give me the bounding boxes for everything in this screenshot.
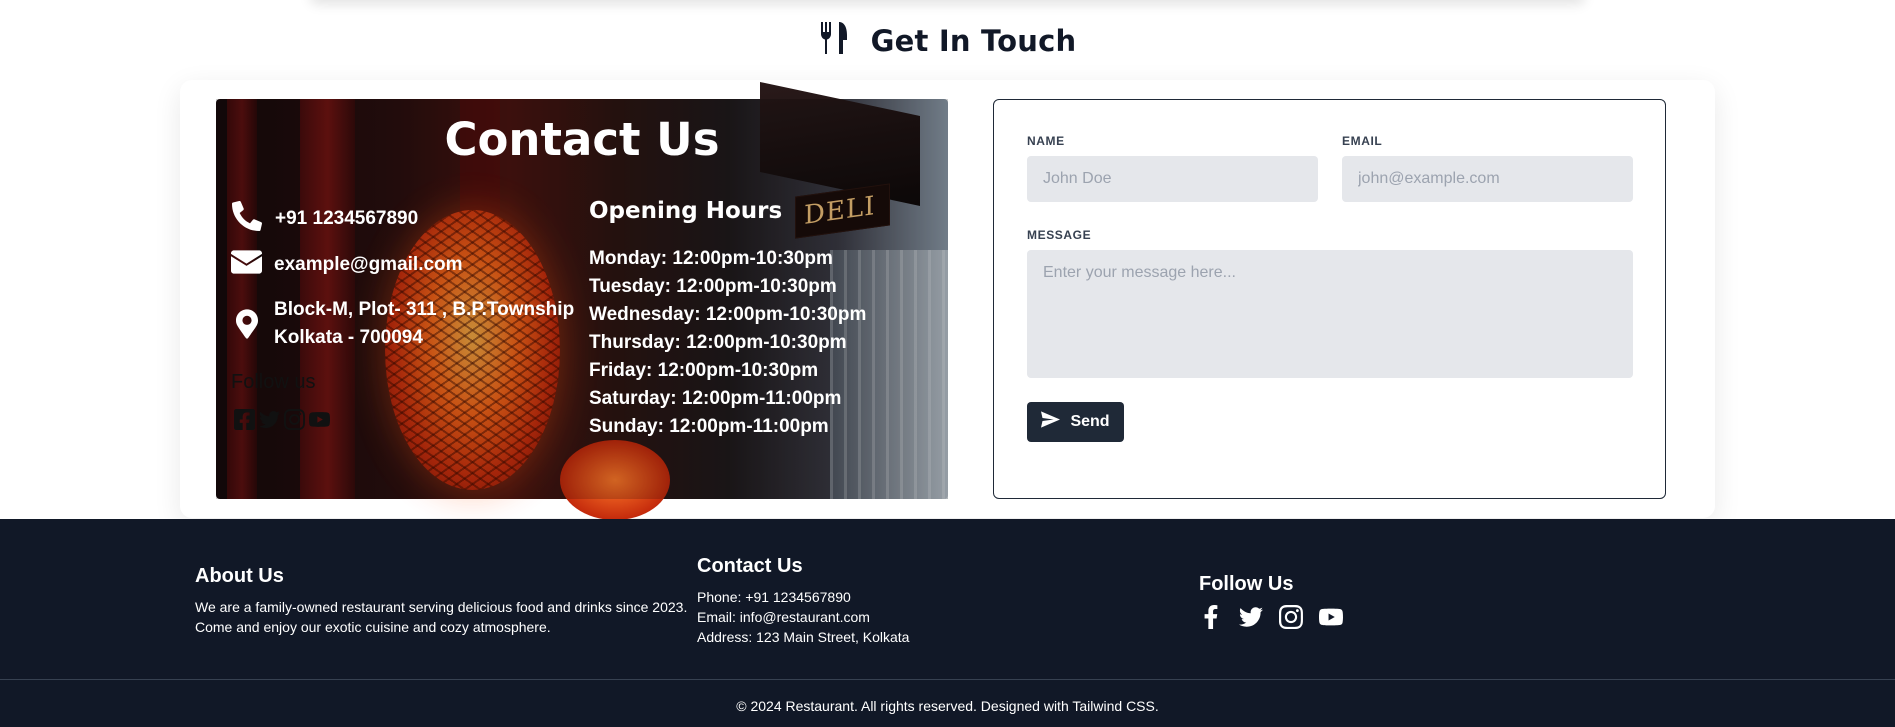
footer-divider (0, 679, 1895, 680)
youtube-icon[interactable] (309, 409, 330, 430)
send-button-label: Send (1070, 413, 1110, 430)
phone-icon (231, 201, 263, 237)
name-label: NAME (1027, 134, 1065, 148)
footer-social-links (1199, 605, 1343, 629)
address-line-2: Kolkata - 700094 (274, 327, 423, 348)
youtube-icon[interactable] (1319, 605, 1343, 629)
twitter-icon[interactable] (259, 409, 280, 430)
hours-item: Wednesday: 12:00pm-10:30pm (589, 304, 867, 325)
hours-item: Thursday: 12:00pm-10:30pm (589, 332, 847, 353)
email-label: EMAIL (1342, 134, 1383, 148)
contact-social-links (234, 409, 330, 430)
contact-title: Contact Us (444, 113, 720, 166)
facebook-icon[interactable] (1199, 605, 1223, 629)
paper-plane-icon (1041, 411, 1061, 433)
opening-hours-title: Opening Hours (589, 198, 783, 224)
facebook-icon[interactable] (234, 409, 255, 430)
footer-address: Address: 123 Main Street, Kolkata (697, 629, 910, 645)
footer-phone: Phone: +91 1234567890 (697, 589, 851, 605)
message-textarea[interactable] (1027, 250, 1633, 378)
map-marker-icon (231, 308, 262, 340)
opening-hours-list: Monday: 12:00pm-10:30pm Tuesday: 12:00pm… (589, 245, 866, 441)
contact-phone-text: +91 1234567890 (275, 208, 419, 229)
contact-phone: +91 1234567890 (231, 201, 418, 237)
contact-email: example@gmail.com (231, 250, 463, 280)
hours-item: Sunday: 12:00pm-11:00pm (589, 416, 829, 437)
name-input[interactable] (1027, 156, 1318, 202)
section-heading: Get In Touch (0, 22, 1895, 59)
footer-contact-title: Contact Us (697, 555, 803, 577)
email-input[interactable] (1342, 156, 1633, 202)
hours-item: Saturday: 12:00pm-11:00pm (589, 388, 842, 409)
twitter-icon[interactable] (1239, 605, 1263, 629)
footer-about-text: We are a family-owned restaurant serving… (195, 597, 687, 637)
contact-address: Block-M, Plot- 311 , B.P.Township Kolkat… (231, 296, 574, 352)
hours-item: Monday: 12:00pm-10:30pm (589, 248, 833, 269)
hours-item: Tuesday: 12:00pm-10:30pm (589, 276, 837, 297)
utensils-icon (819, 22, 849, 59)
page-title: Get In Touch (870, 23, 1077, 58)
instagram-icon[interactable] (1279, 605, 1303, 629)
follow-label: Follow us (231, 371, 316, 393)
footer-contact-info: Phone: +91 1234567890 Email: info@restau… (697, 587, 909, 647)
footer-copyright: © 2024 Restaurant. All rights reserved. … (736, 698, 1159, 714)
envelope-icon (231, 250, 262, 280)
footer-follow-title: Follow Us (1199, 573, 1294, 595)
footer-about-line: We are a family-owned restaurant serving… (195, 599, 688, 615)
hours-item: Friday: 12:00pm-10:30pm (589, 360, 819, 381)
send-button[interactable]: Send (1027, 402, 1124, 442)
footer-email: Email: info@restaurant.com (697, 609, 870, 625)
contact-email-text: example@gmail.com (274, 254, 463, 275)
address-line-1: Block-M, Plot- 311 , B.P.Township (274, 299, 575, 320)
footer-about-line: Come and enjoy our exotic cuisine and co… (195, 619, 551, 635)
message-label: MESSAGE (1027, 228, 1092, 242)
instagram-icon[interactable] (284, 409, 305, 430)
footer-about-title: About Us (195, 565, 284, 587)
